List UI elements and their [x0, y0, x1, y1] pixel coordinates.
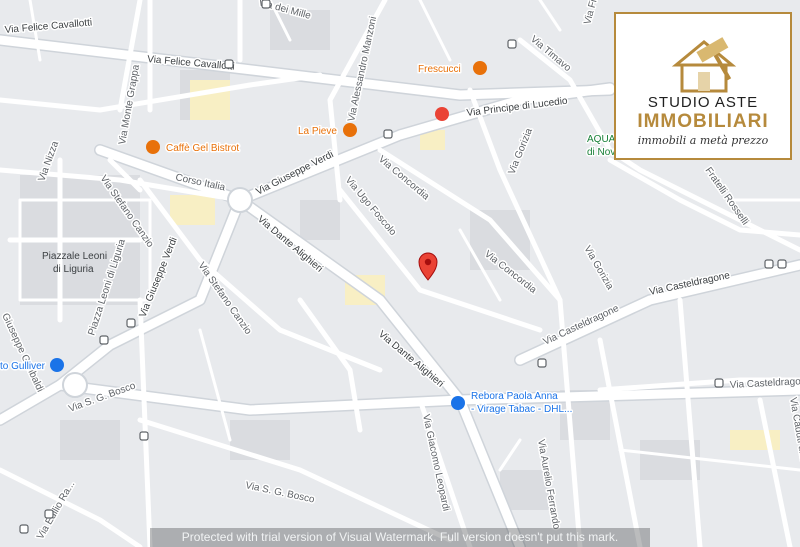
roundabout-north [227, 187, 253, 213]
bus-stop-icon [507, 39, 517, 49]
poi-la-pieve[interactable]: La Pieve [297, 123, 357, 139]
bus-stop-icon [224, 59, 234, 69]
restaurant-icon [473, 61, 487, 75]
poi-label-la-pieve: La Pieve [298, 126, 337, 137]
gavel-house-icon [671, 37, 737, 93]
poi-label-aquarium-2: di Novi [587, 147, 618, 158]
poi-medical[interactable] [435, 107, 449, 121]
poi-frescucci[interactable]: Frescucci [417, 61, 487, 77]
poi-gulliver[interactable]: to Gulliver [0, 358, 64, 374]
bus-stop-icon [19, 524, 29, 534]
logo-title: STUDIO ASTE [647, 94, 759, 111]
studio-aste-logo: STUDIO ASTE IMMOBILIARI immobili a metà … [614, 12, 792, 160]
shopping-icon [50, 358, 64, 372]
bus-stop-icon [714, 378, 724, 388]
bus-stop-icon [383, 129, 393, 139]
label-piazzale-leoni: Piazzale Leoni [42, 251, 107, 262]
bus-stop-icon [261, 0, 271, 9]
service-icon [451, 396, 465, 410]
bus-stop-icon [764, 259, 774, 269]
bus-stop-icon [777, 259, 787, 269]
medical-icon [435, 107, 449, 121]
label-piazzale-leoni-2: di Liguria [53, 264, 94, 275]
bus-stop-icon [537, 358, 547, 368]
bus-stop-icon [44, 509, 54, 519]
logo-tagline: immobili a metà prezzo [637, 134, 769, 147]
bus-stop-icon [126, 318, 136, 328]
bus-stop-icon [99, 335, 109, 345]
poi-label-rebora: Rebora Paola Anna [471, 391, 558, 402]
logo-subtitle: IMMOBILIARI [637, 111, 769, 132]
poi-label-frescucci: Frescucci [418, 64, 461, 75]
roundabout-south [62, 372, 88, 398]
bus-stop-icon [139, 431, 149, 441]
cafe-icon [146, 140, 160, 154]
poi-label-rebora-2: - Virage Tabac - DHL... [471, 404, 572, 415]
poi-label-caffe-gel-bistrot: Caffè Gel Bistrot [166, 143, 239, 154]
restaurant-icon [343, 123, 357, 137]
watermark-banner: Protected with trial version of Visual W… [150, 528, 650, 547]
poi-label-gulliver: to Gulliver [0, 361, 46, 372]
